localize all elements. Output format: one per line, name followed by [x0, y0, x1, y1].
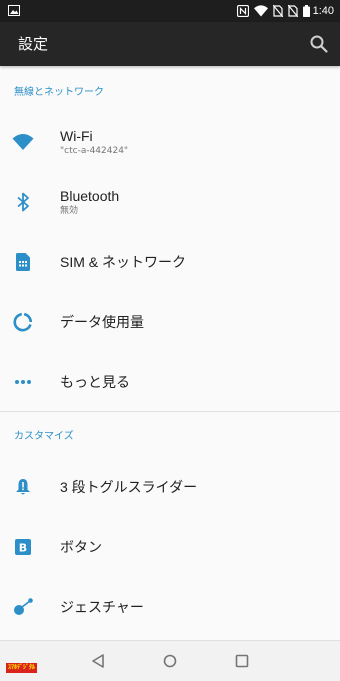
data-usage-icon — [12, 311, 34, 333]
settings-item-label: SIM & ネットワーク — [60, 254, 187, 270]
recents-icon[interactable] — [233, 652, 251, 670]
buttons-icon: B — [12, 536, 34, 558]
settings-item-label: ジェスチャー — [60, 599, 144, 615]
gesture-icon — [12, 596, 34, 618]
settings-item-label: Wi-Fi — [60, 128, 93, 144]
page-title: 設定 — [18, 35, 49, 53]
settings-item-bluetooth[interactable]: Bluetooth 無効 — [0, 172, 340, 232]
alert-slider-icon — [12, 476, 34, 498]
status-bar: 1:40 — [0, 0, 340, 22]
settings-item-label: 3 段トグルスライダー — [60, 479, 198, 495]
sim-card-icon — [12, 251, 34, 273]
settings-item-wifi[interactable]: Wi-Fi "ctc-a-442424" — [0, 112, 340, 172]
navigation-bar — [0, 640, 340, 681]
more-icon — [12, 371, 34, 393]
app-bar: 設定 — [0, 22, 340, 66]
settings-item-label: データ使用量 — [60, 314, 144, 330]
wifi-icon — [12, 131, 34, 153]
settings-item-label: ボタン — [60, 539, 102, 555]
home-icon[interactable] — [161, 652, 179, 670]
settings-item-buttons[interactable]: B ボタン — [0, 517, 340, 577]
search-icon[interactable] — [308, 33, 330, 55]
battery-icon — [303, 5, 310, 17]
no-sim-icon — [288, 5, 298, 17]
svg-text:B: B — [19, 542, 27, 555]
status-icons — [237, 4, 310, 18]
settings-item-gestures[interactable]: ジェスチャー — [0, 577, 340, 637]
status-time: 1:40 — [312, 5, 334, 17]
no-sim-icon — [273, 5, 283, 17]
section-divider — [0, 411, 340, 412]
settings-item-more[interactable]: もっと見る — [0, 352, 340, 412]
settings-item-sim-network[interactable]: SIM & ネットワーク — [0, 232, 340, 292]
settings-item-summary: 無効 — [60, 206, 79, 216]
wifi-icon — [254, 5, 268, 17]
bluetooth-icon — [12, 191, 34, 213]
settings-item-data-usage[interactable]: データ使用量 — [0, 292, 340, 352]
section-header-customize: カスタマイズ — [14, 431, 74, 442]
settings-item-label: Bluetooth — [60, 188, 120, 204]
nfc-icon — [237, 5, 249, 17]
settings-item-summary: "ctc-a-442424" — [60, 146, 129, 156]
back-icon[interactable] — [89, 652, 107, 670]
settings-item-label: もっと見る — [60, 374, 130, 390]
section-header-wireless: 無線とネットワーク — [14, 87, 104, 98]
settings-item-alert-slider[interactable]: 3 段トグルスライダー — [0, 457, 340, 517]
image-icon — [8, 5, 20, 16]
watermark-logo: ｽﾏﾎﾃﾞｼﾞﾀﾙ — [6, 663, 38, 673]
